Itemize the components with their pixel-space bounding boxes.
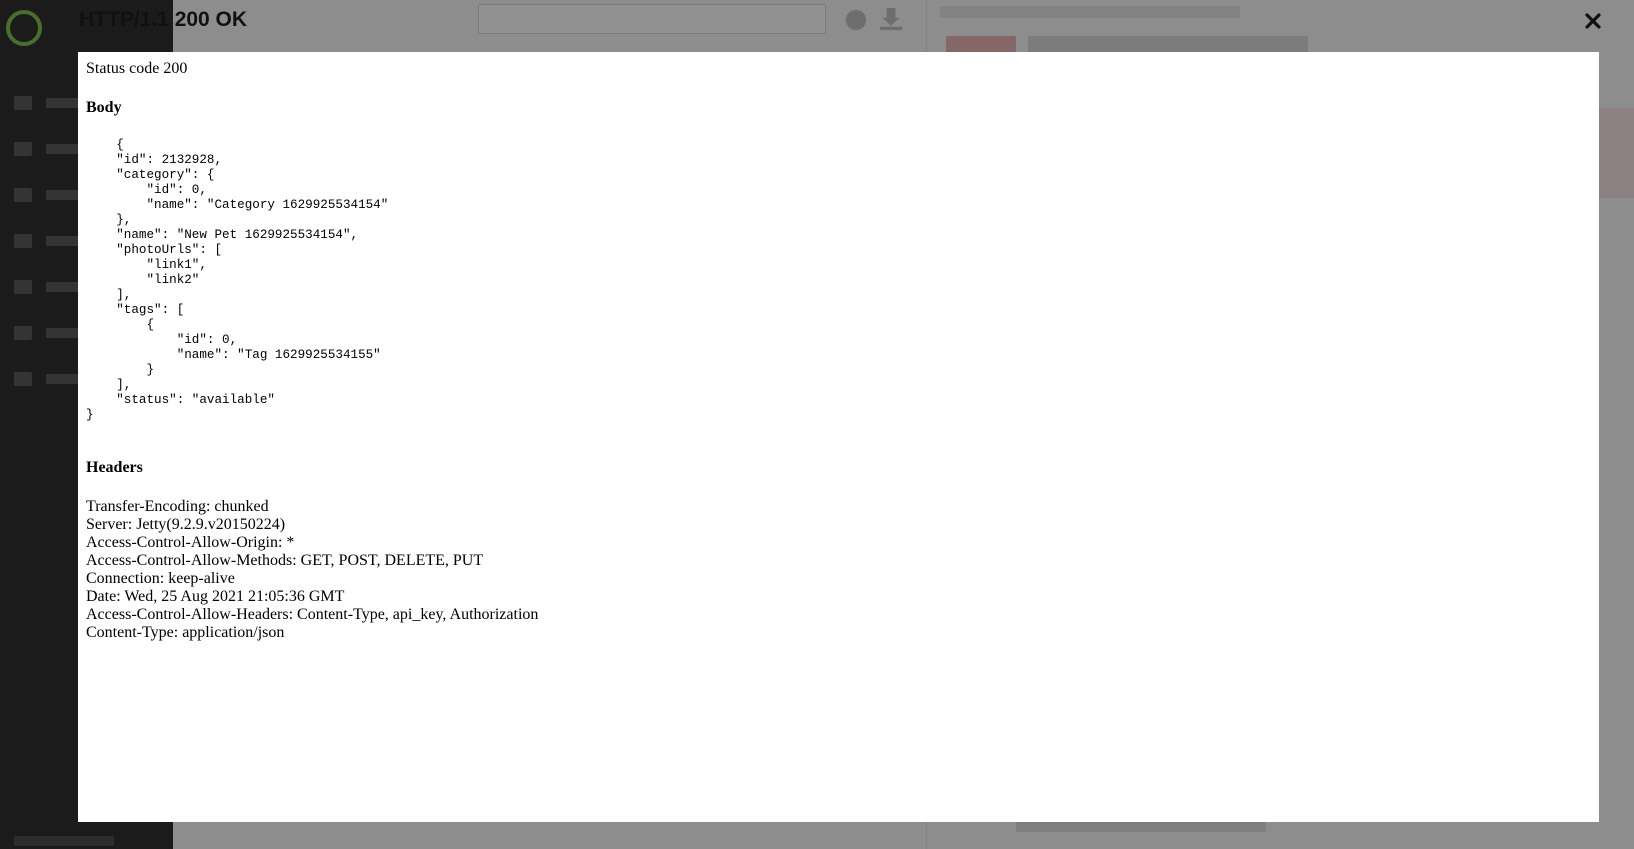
response-body-json: { "id": 2132928, "category": { "id": 0, … bbox=[86, 138, 389, 422]
status-code-text: Status code 200 bbox=[86, 60, 188, 77]
header-item: Connection: keep-alive bbox=[86, 570, 235, 587]
header-item: Transfer-Encoding: chunked bbox=[86, 498, 269, 515]
header-item: Access-Control-Allow-Origin: * bbox=[86, 534, 295, 551]
modal-overlay[interactable]: HTTP/1.1 200 OK Status code 200 Body { "… bbox=[0, 0, 1634, 849]
close-icon bbox=[1585, 13, 1601, 29]
headers-list: Transfer-Encoding: chunked Server: Jetty… bbox=[86, 498, 1591, 642]
header-item: Date: Wed, 25 Aug 2021 21:05:36 GMT bbox=[86, 588, 345, 605]
headers-heading: Headers bbox=[86, 459, 143, 476]
body-heading: Body bbox=[86, 99, 122, 116]
header-item: Content-Type: application/json bbox=[86, 624, 285, 641]
header-item: Access-Control-Allow-Headers: Content-Ty… bbox=[86, 606, 539, 623]
response-dialog: Status code 200 Body { "id": 2132928, "c… bbox=[78, 52, 1599, 822]
header-item: Access-Control-Allow-Methods: GET, POST,… bbox=[86, 552, 484, 569]
header-item: Server: Jetty(9.2.9.v20150224) bbox=[86, 516, 286, 533]
close-button[interactable] bbox=[1578, 6, 1608, 36]
modal-title: HTTP/1.1 200 OK bbox=[79, 8, 248, 31]
